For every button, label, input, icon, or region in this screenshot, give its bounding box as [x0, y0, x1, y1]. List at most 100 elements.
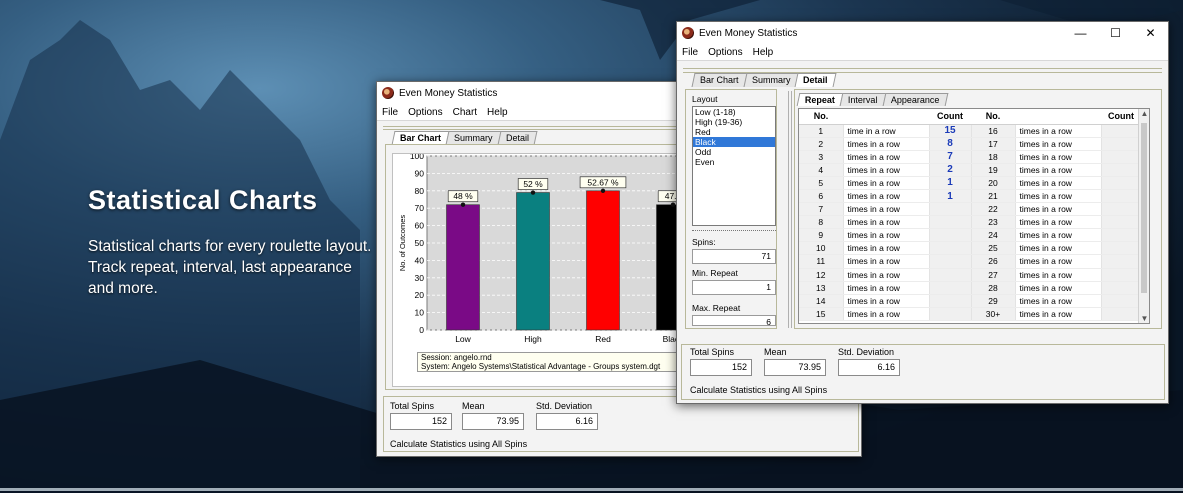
calculation-note: Calculate Statistics using All Spins: [390, 439, 528, 449]
data-label: 52 %: [523, 179, 543, 189]
column-header-no[interactable]: No.: [799, 109, 843, 125]
tab-bar-chart[interactable]: Bar Chart: [691, 73, 748, 87]
cell-count: [929, 307, 972, 321]
mean-value: 73.95: [764, 359, 826, 376]
table-row[interactable]: 14 times in a row 29 times in a row: [799, 294, 1142, 308]
minimize-button[interactable]: —: [1063, 26, 1098, 40]
menu-file[interactable]: File: [677, 47, 703, 58]
subtab-interval[interactable]: Interval: [839, 93, 886, 106]
bar: [516, 192, 550, 331]
tab-summary[interactable]: Summary: [743, 73, 799, 87]
menu-options[interactable]: Options: [403, 107, 447, 118]
bar-marker: [670, 202, 676, 207]
menu-chart[interactable]: Chart: [448, 107, 482, 118]
tab-detail[interactable]: Detail: [497, 131, 538, 145]
layout-item[interactable]: Red: [693, 127, 775, 137]
layout-item[interactable]: Odd: [693, 147, 775, 157]
tab-bar-chart[interactable]: Bar Chart: [391, 131, 450, 145]
scroll-up-arrow-icon[interactable]: ▲: [1139, 109, 1149, 118]
y-tick-label: 20: [415, 290, 425, 300]
cell-description: times in a row: [1015, 189, 1102, 204]
cell-no: 1: [799, 124, 844, 138]
cell-description: times in a row: [1015, 215, 1102, 230]
roulette-app-icon: [682, 27, 694, 39]
column-header-count[interactable]: Count: [929, 109, 971, 125]
layout-item[interactable]: High (19-36): [693, 117, 775, 127]
cell-description: times in a row: [1015, 294, 1102, 308]
table-row[interactable]: 1 time in a row 15 16 times in a row: [799, 124, 1142, 138]
cell-description: times in a row: [843, 215, 930, 230]
cell-no: 5: [799, 176, 844, 190]
menu-help[interactable]: Help: [748, 47, 779, 58]
cell-count: [1101, 137, 1142, 151]
list-splitter[interactable]: [692, 230, 776, 234]
bar-marker: [460, 202, 466, 207]
subtab-repeat[interactable]: Repeat: [796, 93, 844, 106]
tab-detail[interactable]: Detail: [794, 73, 837, 87]
cell-count: [1101, 307, 1142, 321]
cell-description: times in a row: [843, 150, 930, 164]
table-row[interactable]: 6 times in a row 1 21 times in a row: [799, 189, 1142, 204]
cell-count: [1101, 124, 1142, 138]
cell-description: times in a row: [1015, 176, 1102, 190]
bar-chart: 0102030405060708090100No. of OutcomesEve…: [392, 153, 683, 387]
column-header-count[interactable]: Count: [1101, 109, 1141, 125]
y-tick-label: 70: [415, 203, 425, 213]
table-row[interactable]: 13 times in a row 28 times in a row: [799, 281, 1142, 295]
menu-file[interactable]: File: [377, 107, 403, 118]
cell-count: [1101, 254, 1142, 269]
table-row[interactable]: 2 times in a row 8 17 times in a row: [799, 137, 1142, 151]
table-row[interactable]: 12 times in a row 27 times in a row: [799, 268, 1142, 282]
cell-count: [929, 268, 972, 282]
mean-label: Mean: [462, 401, 485, 411]
table-row[interactable]: 4 times in a row 2 19 times in a row: [799, 163, 1142, 177]
x-tick-label: Low: [455, 334, 471, 344]
chart-frame: 0102030405060708090100No. of OutcomesEve…: [385, 144, 685, 390]
cell-no: 22: [971, 202, 1016, 217]
mean-label: Mean: [764, 347, 787, 357]
tab-summary[interactable]: Summary: [445, 131, 502, 145]
column-header-no[interactable]: No.: [971, 109, 1015, 125]
max-repeat-value: 6: [692, 315, 776, 326]
menu-help[interactable]: Help: [482, 107, 513, 118]
scroll-thumb[interactable]: [1141, 123, 1147, 293]
vertical-scrollbar[interactable]: ▲ ▼: [1138, 109, 1149, 323]
close-button[interactable]: ✕: [1133, 26, 1168, 40]
menu-options[interactable]: Options: [703, 47, 747, 58]
cell-description: times in a row: [1015, 163, 1102, 177]
cell-no: 20: [971, 176, 1016, 190]
session-name: Session: angelo.rnd: [421, 353, 492, 362]
cell-no: 25: [971, 241, 1016, 256]
table-row[interactable]: 5 times in a row 1 20 times in a row: [799, 176, 1142, 190]
column-header-description[interactable]: [1015, 109, 1101, 125]
table-row[interactable]: 9 times in a row 24 times in a row: [799, 228, 1142, 243]
y-tick-label: 90: [415, 168, 425, 178]
table-row[interactable]: 8 times in a row 23 times in a row: [799, 215, 1142, 230]
layout-item-selected[interactable]: Black: [693, 137, 775, 147]
panel-splitter[interactable]: [788, 91, 792, 328]
scroll-down-arrow-icon[interactable]: ▼: [1139, 314, 1149, 323]
layout-item[interactable]: Low (1-18): [693, 107, 775, 117]
cell-description: times in a row: [1015, 150, 1102, 164]
table-row[interactable]: 3 times in a row 7 18 times in a row: [799, 150, 1142, 164]
cell-count: 15: [929, 124, 972, 138]
cell-no: 6: [799, 189, 844, 204]
table-row[interactable]: 11 times in a row 26 times in a row: [799, 254, 1142, 269]
subtab-appearance[interactable]: Appearance: [882, 93, 948, 106]
table-row[interactable]: 10 times in a row 25 times in a row: [799, 241, 1142, 256]
table-row[interactable]: 7 times in a row 22 times in a row: [799, 202, 1142, 217]
cell-description: times in a row: [1015, 124, 1102, 138]
view-tabs: Bar Chart Summary Detail: [687, 72, 837, 87]
layout-listbox[interactable]: Low (1-18) High (19-36) Red Black Odd Ev…: [692, 106, 776, 226]
data-label: 48 %: [453, 191, 473, 201]
column-header-description[interactable]: [843, 109, 929, 125]
layout-item[interactable]: Even: [693, 157, 775, 167]
table-row[interactable]: 15 times in a row 30+ times in a row: [799, 307, 1142, 321]
menu-bar: File Options Help: [677, 44, 1168, 61]
window-title: Even Money Statistics: [699, 27, 798, 39]
cell-no: 24: [971, 228, 1016, 243]
cell-description: times in a row: [843, 137, 930, 151]
title-bar[interactable]: Even Money Statistics — ☐ ✕: [677, 22, 1168, 44]
total-spins-value: 152: [690, 359, 752, 376]
maximize-button[interactable]: ☐: [1098, 26, 1133, 40]
